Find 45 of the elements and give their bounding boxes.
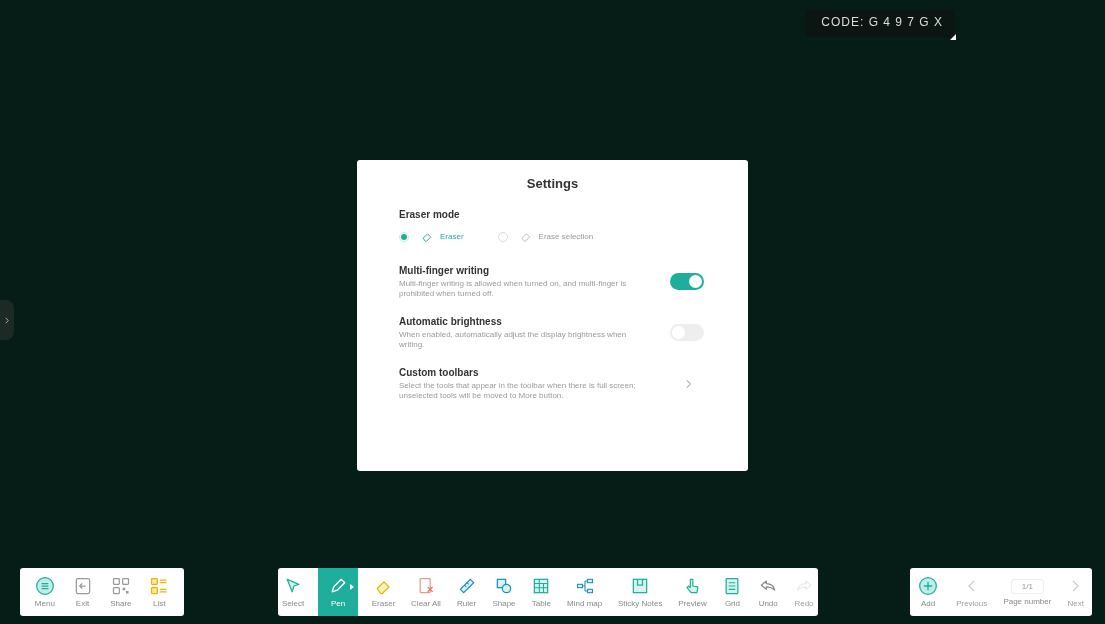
tool-button[interactable]: Clear All: [409, 568, 443, 616]
setting-description: Select the tools that appear in the toolbar when there is full screen; unselected tools will be moved to More button.: [399, 381, 637, 401]
chevron-left-icon: [968, 580, 976, 592]
option-label[interactable]: Eraser: [440, 232, 464, 241]
tool-button[interactable]: Shape: [490, 568, 518, 616]
add-icon: [918, 576, 938, 596]
setting-description: Multi-finger writing is allowed when turned on, and multi-finger is prohibited when turned off.: [399, 279, 628, 299]
add-page-button[interactable]: Add: [916, 568, 940, 616]
page-number-field[interactable]: 1/1: [1010, 578, 1044, 594]
tool-button[interactable]: Select: [280, 568, 307, 616]
side-handle[interactable]: [0, 300, 14, 340]
qr-grid-icon: [110, 576, 131, 596]
chevron-right-icon: [1072, 580, 1080, 592]
page-number-label: Page number: [1003, 596, 1052, 606]
toolbar-button[interactable]: Menu: [32, 568, 57, 616]
tool-button[interactable]: Mind map: [565, 568, 605, 616]
setting-title: Multi-finger writing: [399, 265, 490, 276]
mind-map-icon: [574, 576, 595, 596]
toolbar-button[interactable]: List: [147, 568, 172, 616]
shapes-icon: [494, 576, 514, 596]
tool-button[interactable]: Sticky Notes: [616, 568, 665, 616]
tool-button[interactable]: Ruler: [454, 568, 479, 616]
toolbar-button[interactable]: Share: [108, 568, 134, 616]
tool-button[interactable]: Pen: [318, 568, 358, 616]
resize-corner-icon: [950, 34, 956, 40]
code-badge: CODE: G 4 9 7 G X: [805, 10, 955, 37]
tool-button[interactable]: Grid: [720, 568, 745, 616]
tool-button[interactable]: Preview: [676, 568, 709, 616]
eraser-icon: [519, 230, 533, 243]
eraser-icon: [421, 230, 434, 243]
tool-button[interactable]: Eraser: [369, 568, 398, 616]
option-label[interactable]: Erase selection: [538, 232, 594, 241]
menu-icon: [34, 576, 55, 596]
chevron-right-icon[interactable]: [686, 378, 692, 389]
tool-button[interactable]: Table: [529, 568, 554, 616]
setting-description: When enabled, automatically adjust the display brightness when writing.: [399, 330, 628, 350]
setting-title: Eraser mode: [399, 209, 461, 220]
toolbar-button[interactable]: Exit: [70, 568, 95, 616]
setting-title: Custom toolbars: [399, 367, 480, 379]
list-icon: [149, 576, 170, 596]
tool-button[interactable]: Undo: [756, 568, 781, 616]
toggle-switch[interactable]: [670, 273, 704, 291]
caret-icon: [350, 584, 354, 590]
setting-title: Automatic brightness: [399, 316, 503, 328]
dialog-title: Settings: [525, 176, 580, 191]
